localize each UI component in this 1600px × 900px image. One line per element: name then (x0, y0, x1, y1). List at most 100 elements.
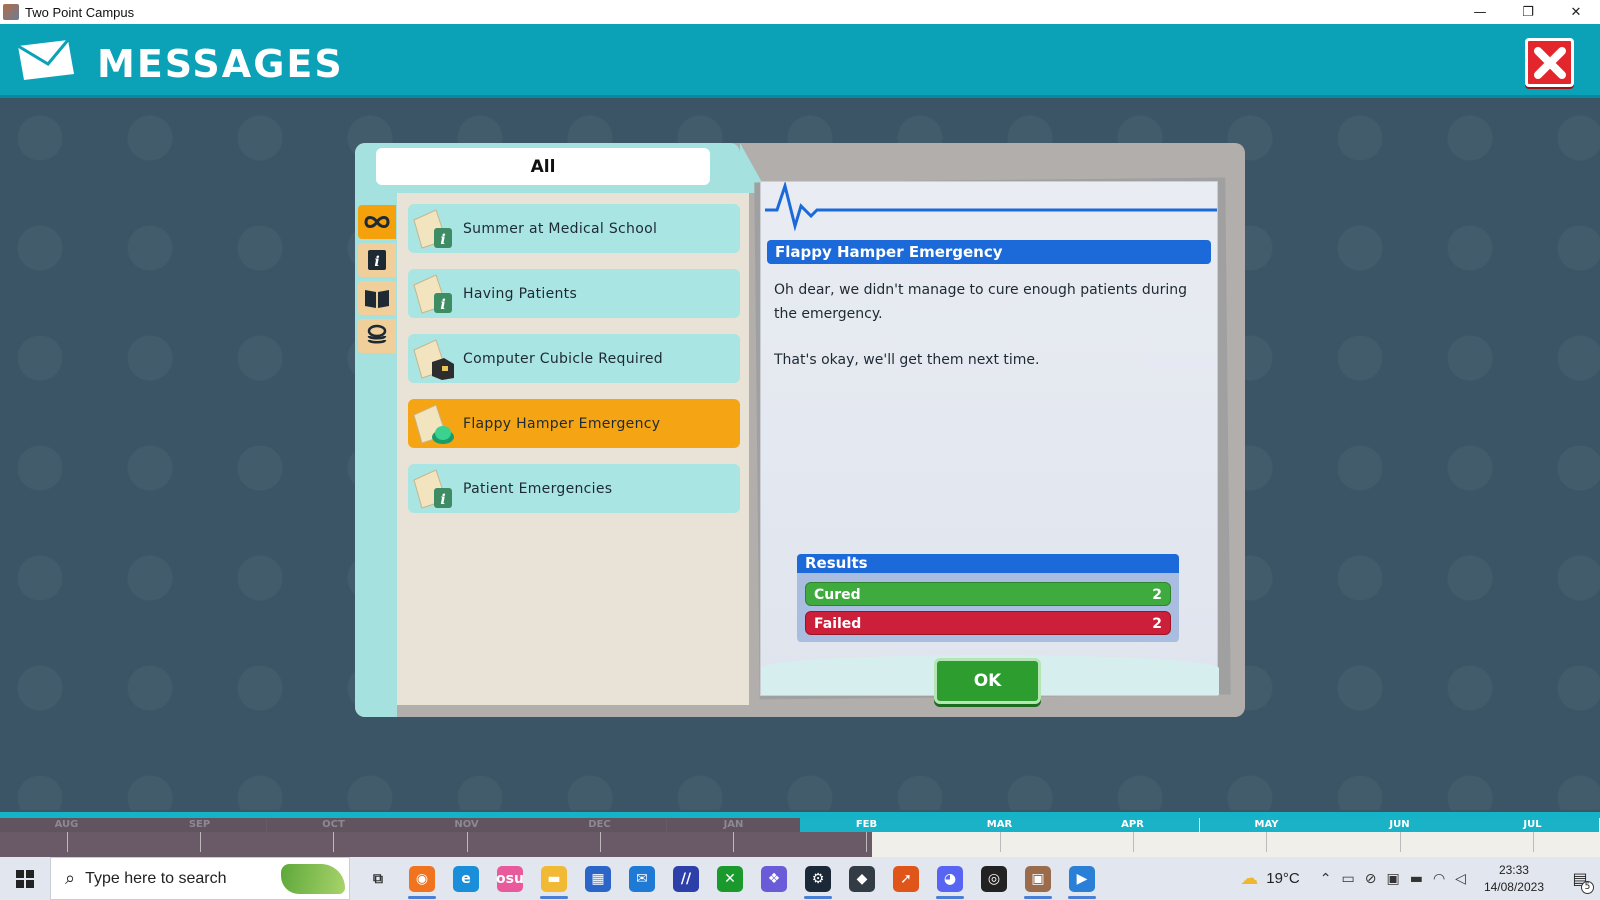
coins-icon (367, 324, 387, 344)
filter-all-tab[interactable]: All (376, 148, 710, 185)
running-indicator (540, 896, 568, 899)
taskbar-app-affinity[interactable]: // (664, 857, 708, 900)
copilot-icon: ❖ (761, 865, 787, 892)
message-title: Summer at Medical School (463, 220, 658, 237)
cubicle-letter-icon (413, 339, 454, 380)
timeline-tick (1133, 832, 1134, 852)
weather-icon: ☁ (1240, 868, 1259, 888)
taskbar-app-firefox[interactable]: ◉ (400, 857, 444, 900)
taskbar-app-file-explorer[interactable]: ▬ (532, 857, 576, 900)
heartbeat-icon (765, 182, 1217, 232)
list-item[interactable]: i Having Patients (408, 269, 740, 318)
taskbar-search[interactable]: ⌕ Type here to search (50, 857, 350, 900)
envelope-icon (16, 38, 76, 86)
wifi-icon[interactable]: ◠ (1433, 871, 1445, 887)
timeline-month-oct: OCT (267, 818, 400, 832)
system-tray: ☁ 19°C ⌃ ▭ ⊘ ▣ ▬ ◠ ◁ 23:33 14/08/2023 ▤ … (1240, 857, 1600, 900)
list-item[interactable]: i Summer at Medical School (408, 204, 740, 253)
notification-button[interactable]: ▤ 5 (1560, 857, 1600, 900)
timeline-tick (200, 832, 201, 852)
close-messages-button[interactable] (1525, 38, 1574, 87)
taskbar-app-edge[interactable]: e (444, 857, 488, 900)
open-book-icon (365, 290, 389, 308)
cured-row: Cured 2 (805, 582, 1171, 606)
window-title: Two Point Campus (25, 4, 135, 20)
category-academic[interactable] (358, 281, 396, 315)
tray-app-icon[interactable]: ⊘ (1365, 871, 1377, 887)
info-letter-icon: i (413, 209, 452, 249)
infinity-icon (364, 216, 390, 228)
volume-icon[interactable]: ◁ (1455, 871, 1466, 887)
category-info[interactable]: i (358, 243, 396, 277)
restore-button[interactable]: ❐ (1504, 0, 1552, 24)
taskbar-app-store[interactable]: ▦ (576, 857, 620, 900)
results-box: Results Cured 2 Failed 2 (797, 554, 1179, 642)
results-heading: Results (797, 554, 1179, 573)
taskbar-app-task-view[interactable]: ⧉ (356, 857, 400, 900)
taskbar-app-unity[interactable]: ◆ (840, 857, 884, 900)
app-icon (3, 4, 19, 20)
timeline[interactable]: AUG SEP OCT NOV DEC JAN FEB MAR APR MAY JUN JUL (0, 812, 1600, 857)
battery-icon[interactable]: ▬ (1410, 871, 1423, 887)
taskbar-app-steam[interactable]: ⚙ (796, 857, 840, 900)
cured-value: 2 (1152, 587, 1162, 603)
failed-label: Failed (814, 616, 862, 632)
detail-paragraph: That's okay, we'll get them next time. (774, 352, 1040, 368)
start-button[interactable] (0, 857, 50, 900)
chevron-up-icon[interactable]: ⌃ (1320, 871, 1332, 887)
taskbar-app-arrow-app[interactable]: ➚ (884, 857, 928, 900)
svg-text:i: i (440, 297, 445, 313)
ok-button[interactable]: OK (934, 658, 1041, 704)
mail-icon: ✉ (629, 865, 655, 892)
svg-text:i: i (374, 254, 379, 270)
timeline-tick (733, 832, 734, 852)
taskbar-app-media-player[interactable]: ▶ (1060, 857, 1104, 900)
file-explorer-icon: ▬ (541, 865, 567, 892)
category-all[interactable] (358, 205, 396, 239)
taskbar-app-two-point-campus[interactable]: ▣ (1016, 857, 1060, 900)
category-finance[interactable] (358, 319, 396, 353)
timeline-month-jul: JUL (1466, 818, 1599, 832)
list-item[interactable]: Computer Cubicle Required (408, 334, 740, 383)
failed-value: 2 (1152, 616, 1162, 632)
minimize-button[interactable]: — (1456, 0, 1504, 24)
weather-widget[interactable]: ☁ 19°C (1240, 868, 1300, 889)
list-item[interactable]: i Patient Emergencies (408, 464, 740, 513)
running-indicator (408, 896, 436, 899)
message-title: Flappy Hamper Emergency (463, 415, 661, 432)
taskbar-app-mail[interactable]: ✉ (620, 857, 664, 900)
taskbar-app-discord[interactable]: ◕ (928, 857, 972, 900)
running-indicator (936, 896, 964, 899)
taskbar-app-obs[interactable]: ◎ (972, 857, 1016, 900)
timeline-month-aug: AUG (0, 818, 133, 832)
taskbar-app-xbox[interactable]: ✕ (708, 857, 752, 900)
clock[interactable]: 23:33 14/08/2023 (1484, 862, 1544, 896)
info-book-icon: i (368, 250, 386, 270)
timeline-tick (600, 832, 601, 852)
timeline-month-sep: SEP (133, 818, 266, 832)
taskbar-app-osu[interactable]: osu (488, 857, 532, 900)
tray-security-icon[interactable]: ▣ (1386, 871, 1399, 887)
arrow-app-icon: ➚ (893, 865, 919, 892)
list-item-selected[interactable]: Flappy Hamper Emergency (408, 399, 740, 448)
detail-paragraph: Oh dear, we didn't manage to cure enough… (774, 282, 1187, 322)
window-close-button[interactable]: ✕ (1552, 0, 1600, 24)
cured-label: Cured (814, 587, 861, 603)
obs-icon: ◎ (981, 865, 1007, 892)
clock-date: 14/08/2023 (1483, 879, 1544, 894)
discord-icon: ◕ (937, 865, 963, 892)
message-title: Having Patients (463, 285, 578, 302)
tray-device-icon[interactable]: ▭ (1342, 871, 1355, 887)
timeline-month-jun: JUN (1333, 818, 1466, 832)
window-titlebar: Two Point Campus — ❐ ✕ (0, 0, 1600, 24)
running-indicator (804, 896, 832, 899)
messages-header: MESSAGES (0, 24, 1600, 98)
osu-icon: osu (496, 865, 524, 892)
timeline-tick (866, 832, 867, 852)
message-title: Patient Emergencies (463, 480, 613, 497)
failed-row: Failed 2 (805, 611, 1171, 635)
emergency-letter-icon (413, 404, 454, 444)
svg-text:i: i (440, 492, 445, 508)
taskbar-app-copilot[interactable]: ❖ (752, 857, 796, 900)
timeline-tick (333, 832, 334, 852)
